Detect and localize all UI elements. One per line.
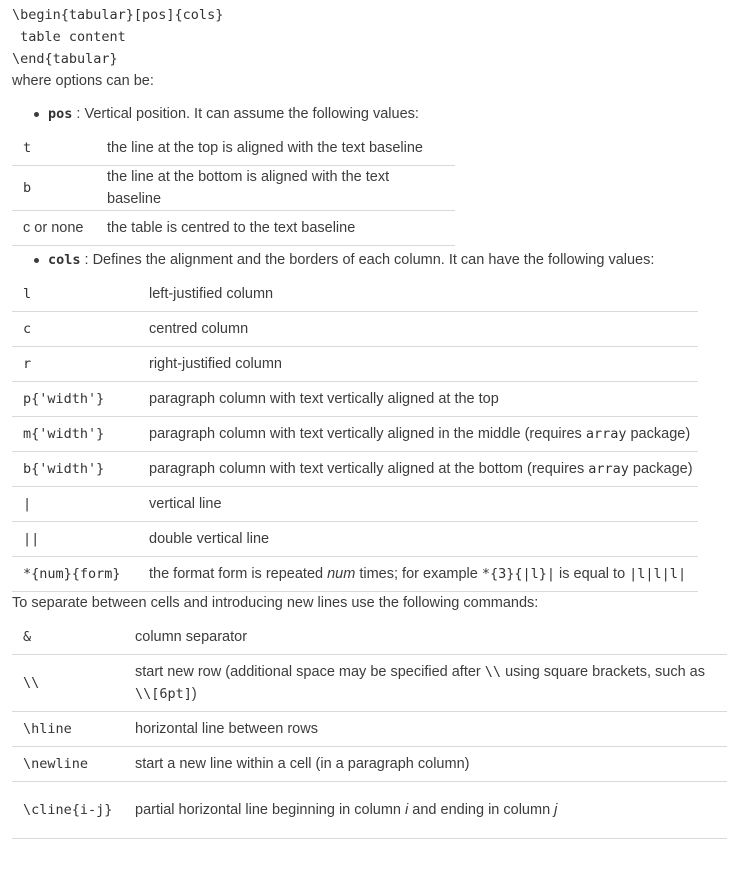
table-row: \cline{i-j} partial horizontal line begi… [12,781,727,839]
desc-text: times; for example [355,566,482,582]
table-cell-desc: paragraph column with text vertically al… [149,381,698,417]
emphasis-text: num [327,566,356,582]
document-page: \begin{tabular}[pos]{cols} table content… [0,0,742,839]
emphasis-text: j [554,802,558,818]
inline-code: *{3}{|l}| [481,566,555,582]
desc-text: start new row (additional space may be s… [135,664,485,680]
table-cell-desc: the line at the bottom is aligned with t… [107,165,455,211]
table-row: t the line at the top is aligned with th… [12,131,455,166]
desc-text: package) [628,461,693,477]
desc-text: is equal to [555,566,630,582]
table-cell-desc: right-justified column [149,346,698,382]
table-cell-code: p{'width'} [12,381,149,417]
table-cell-code: b [12,165,107,211]
desc-text: paragraph column with text vertically al… [149,461,589,477]
table-cell-desc: centred column [149,311,698,347]
code-line: table content [12,29,126,45]
cols-table: l left-justified column c centred column… [12,277,698,592]
cols-bullet: cols : Defines the alignment and the bor… [34,249,730,271]
table-row: || double vertical line [12,521,698,557]
desc-text: package) [626,426,691,442]
table-row: & column separator [12,620,727,655]
table-cell-desc: horizontal line between rows [135,711,727,747]
separator-intro: To separate between cells and introducin… [12,595,539,611]
table-row: | vertical line [12,486,698,522]
pos-description: : Vertical position. It can assume the f… [76,106,419,122]
table-row: \newline start a new line within a cell … [12,746,727,782]
desc-text: using square brackets, such as [501,664,705,680]
table-row: \hline horizontal line between rows [12,711,727,747]
table-cell-desc: paragraph column with text vertically al… [149,451,698,487]
desc-text: partial horizontal line beginning in col… [135,802,406,818]
table-row: p{'width'} paragraph column with text ve… [12,381,698,417]
table-row: \\ start new row (additional space may b… [12,654,727,712]
table-row: b the line at the bottom is aligned with… [12,165,455,211]
table-cell-code: \newline [12,746,135,782]
table-row: l left-justified column [12,277,698,312]
table-cell-code: c [12,311,149,347]
table-cell-code: | [12,486,149,522]
inline-code: |l|l|l| [629,566,687,582]
inline-code: array [585,426,627,442]
pos-table: t the line at the top is aligned with th… [12,131,455,246]
bullet-dot-icon [34,111,39,117]
table-cell-code: t [12,131,107,166]
table-cell-code: & [12,620,135,655]
table-cell-desc: double vertical line [149,521,698,557]
cline-code: \cline{i-j} [23,802,113,818]
table-cell-code: c or none [12,210,107,246]
table-cell-desc: the format form is repeated num times; f… [149,556,698,592]
inline-code: \\ [484,664,502,680]
table-cell-desc: the table is centred to the text baselin… [107,210,455,246]
pos-bullet: pos : Vertical position. It can assume t… [34,103,730,125]
table-cell-code: \hline [12,711,135,747]
table-row: m{'width'} paragraph column with text ve… [12,416,698,452]
options-intro: where options can be: [12,73,154,89]
table-row: c centred column [12,311,698,347]
table-cell-desc: vertical line [149,486,698,522]
table-cell-code: b{'width'} [12,451,149,487]
table-row: *{num}{form} the format form is repeated… [12,556,698,592]
inline-code: \\[6pt] [135,686,192,702]
desc-text: ) [191,686,197,702]
table-cell-code: m{'width'} [12,416,149,452]
desc-text: the format form is repeated [149,566,328,582]
table-cell-desc: column separator [135,620,727,655]
table-cell-desc: the line at the top is aligned with the … [107,131,455,166]
table-row: c or none the table is centred to the te… [12,210,455,246]
table-row: r right-justified column [12,346,698,382]
table-cell-desc: paragraph column with text vertically al… [149,416,698,452]
code-line: \end{tabular} [12,51,118,67]
table-row: b{'width'} paragraph column with text ve… [12,451,698,487]
table-cell-code: \\ [12,654,135,712]
cols-description: : Defines the alignment and the borders … [84,252,655,268]
inline-code: array [588,461,629,477]
pos-term: pos [48,106,73,122]
table-cell-code: r [12,346,149,382]
table-cell-desc: partial horizontal line beginning in col… [135,781,727,839]
code-block: \begin{tabular}[pos]{cols} table content… [12,4,730,70]
table-cell-desc: left-justified column [149,277,698,312]
table-cell-code: || [12,521,149,557]
cols-term: cols [48,252,81,268]
table-cell-desc: start a new line within a cell (in a par… [135,746,727,782]
table-cell-desc: start new row (additional space may be s… [135,654,727,712]
table-cell-code: l [12,277,149,312]
table-cell-code: *{num}{form} [12,556,149,592]
desc-text: and ending in column [408,802,555,818]
code-line: \begin{tabular}[pos]{cols} [12,7,224,23]
bullet-dot-icon [34,257,39,263]
commands-table: & column separator \\ start new row (add… [12,620,727,839]
desc-text: paragraph column with text vertically al… [149,426,586,442]
table-cell-code: \cline{i-j} [12,781,135,839]
